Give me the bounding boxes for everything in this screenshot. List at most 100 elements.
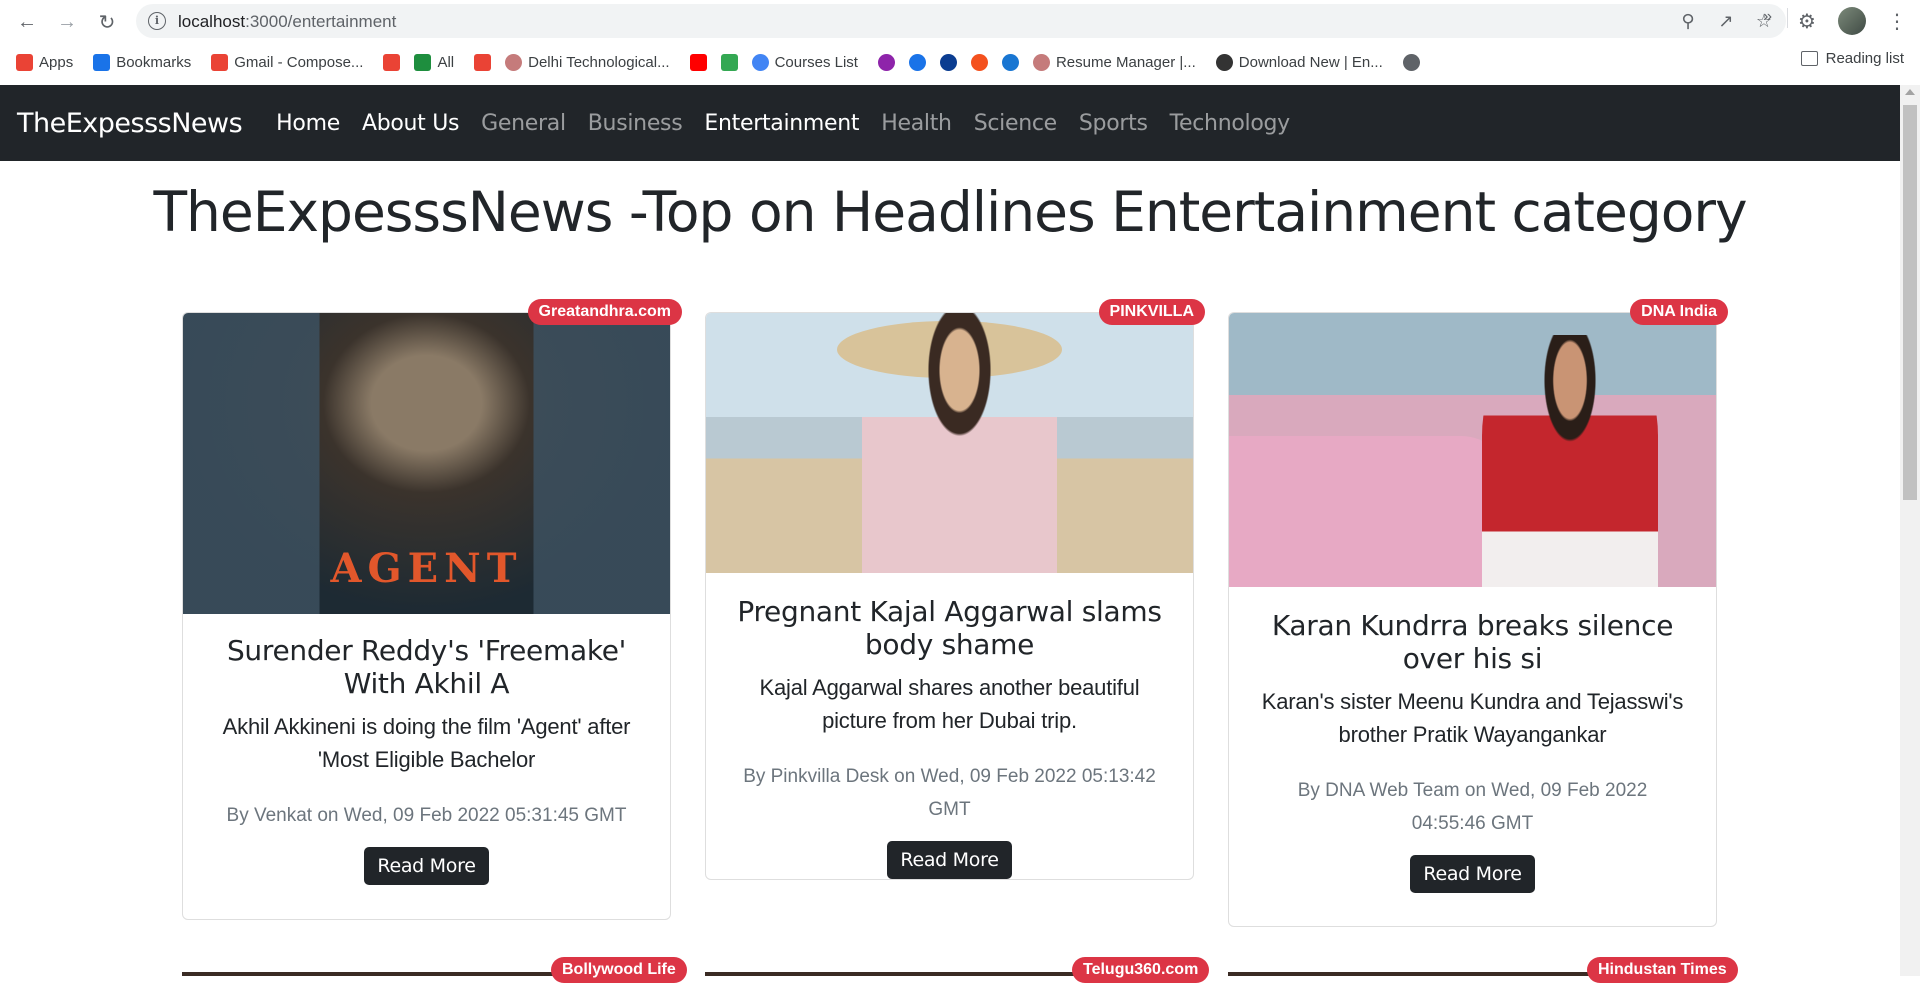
reload-icon[interactable]: ↻ — [92, 7, 122, 37]
circle-icon — [877, 53, 895, 71]
site-navbar: TheExpesssNews Home About Us General Busine… — [0, 85, 1900, 161]
url-host: localhost — [178, 12, 246, 31]
toolbar-right: ⚙ ⋮ — [1792, 6, 1912, 36]
address-bar[interactable]: i localhost:3000/entertainment ⚲ ↗ ☆ — [136, 4, 1786, 38]
source-badge: Telugu360.com — [1072, 957, 1210, 983]
bookmark-item[interactable]: Apps — [16, 53, 74, 71]
read-more-button[interactable]: Read More — [887, 841, 1012, 879]
news-image: AGENT — [183, 313, 670, 614]
news-image — [706, 313, 1193, 573]
read-more-button[interactable]: Read More — [1410, 855, 1535, 893]
site-icon — [1215, 53, 1233, 71]
bookmark-label: Bookmarks — [116, 53, 192, 71]
gmail-icon — [383, 53, 401, 71]
card-meta: By DNA Web Team on Wed, 09 Feb 2022 04:5… — [1297, 780, 1648, 834]
classroom-icon — [414, 53, 432, 71]
card-meta: By Venkat on Wed, 09 Feb 2022 05:31:45 G… — [226, 805, 627, 826]
url-text[interactable]: localhost:3000/entertainment — [178, 12, 396, 32]
nav-link-home[interactable]: Home — [276, 111, 340, 136]
bookmark-label: Delhi Technological... — [528, 53, 670, 71]
dtu-icon — [1032, 53, 1050, 71]
play-icon — [1001, 53, 1019, 71]
bookmark-item[interactable]: All — [414, 53, 454, 71]
card-body: Karan Kundrra breaks silence over his si… — [1229, 587, 1716, 893]
forward-icon[interactable]: → — [52, 7, 82, 37]
nav-link-technology[interactable]: Technology — [1170, 111, 1291, 136]
globe-icon — [1402, 53, 1420, 71]
site-icon — [939, 53, 957, 71]
omnibox-actions: ⚲ ↗ ☆ — [1676, 9, 1776, 33]
site-brand[interactable]: TheExpesssNews — [17, 108, 243, 139]
card-body: Surender Reddy's 'Freemake' With Akhil A… — [183, 614, 670, 885]
zoom-icon[interactable]: ⚲ — [1676, 9, 1700, 33]
bookmark-item[interactable]: Gmail - Compose... — [211, 53, 364, 71]
nav-links: Home About Us General Business Entertainment… — [276, 111, 1312, 136]
share-icon[interactable]: ↗ — [1714, 9, 1738, 33]
news-card: DNA India Karan Kundrra breaks silence o… — [1228, 299, 1728, 927]
bookmark-item[interactable] — [877, 53, 895, 71]
bookmark-item[interactable] — [939, 53, 957, 71]
browser-chrome: ← → ↻ i localhost:3000/entertainment ⚲ ↗… — [0, 0, 1920, 85]
extensions-icon[interactable]: ⚙ — [1792, 6, 1822, 36]
bookmark-item[interactable] — [383, 53, 401, 71]
bookmarks-more-icon[interactable]: » — [1763, 8, 1772, 26]
reading-list-icon — [1800, 51, 1818, 66]
news-card: Greatandhra.com AGENT Surender Reddy's '… — [182, 299, 682, 920]
nav-link-science[interactable]: Science — [974, 111, 1057, 136]
nav-link-business[interactable]: Business — [588, 111, 683, 136]
reading-list-button[interactable]: Reading list — [1800, 50, 1904, 67]
bookmarks-bar: Apps Bookmarks Gmail - Compose... All Delhi … — [0, 44, 1920, 80]
nav-link-general[interactable]: General — [481, 111, 566, 136]
bookmark-item[interactable] — [970, 53, 988, 71]
url-path: :3000/entertainment — [245, 12, 397, 31]
google-icon — [751, 53, 769, 71]
youtube-icon — [689, 53, 707, 71]
bookmark-item[interactable]: Delhi Technological... — [505, 53, 670, 71]
maps-icon — [720, 53, 738, 71]
source-badge: DNA India — [1630, 299, 1728, 325]
nav-link-entertainment[interactable]: Entertainment — [704, 111, 859, 136]
profile-avatar[interactable] — [1838, 7, 1866, 35]
bookmark-label: Gmail - Compose... — [234, 53, 364, 71]
bookmark-item[interactable]: Courses List — [751, 53, 858, 71]
image-decoration — [1229, 436, 1512, 587]
bookmark-item[interactable] — [720, 53, 738, 71]
card-body: Pregnant Kajal Aggarwal slams body shame… — [706, 573, 1193, 879]
card-title: Karan Kundrra breaks silence over his si — [1271, 609, 1674, 675]
bookmark-label: Courses List — [774, 53, 858, 71]
source-badge: PINKVILLA — [1098, 299, 1205, 325]
card-description: Akhil Akkineni is doing the film 'Agent'… — [222, 714, 631, 772]
bookmark-item[interactable]: Download New | En... — [1215, 53, 1383, 71]
page-scrollbar[interactable] — [1900, 85, 1920, 976]
nav-link-sports[interactable]: Sports — [1079, 111, 1148, 136]
bookmark-item[interactable] — [1402, 53, 1420, 71]
bookmark-item[interactable] — [474, 53, 492, 71]
browser-toolbar: ← → ↻ i localhost:3000/entertainment ⚲ ↗… — [0, 0, 1920, 43]
read-more-button[interactable]: Read More — [364, 847, 489, 885]
site-info-icon[interactable]: i — [148, 12, 166, 30]
bookmark-label: Download New | En... — [1238, 53, 1383, 71]
news-image — [1229, 313, 1716, 587]
scroll-up-icon[interactable] — [1905, 89, 1915, 95]
scroll-thumb[interactable] — [1903, 105, 1917, 500]
source-badge: Bollywood Life — [551, 957, 687, 983]
card-description: Kajal Aggarwal shares another beautiful … — [759, 675, 1140, 733]
source-badge: Hindustan Times — [1587, 957, 1738, 983]
gmail-icon — [211, 53, 229, 71]
circle-icon — [908, 53, 926, 71]
nav-link-health[interactable]: Health — [881, 111, 952, 136]
bookmark-item[interactable]: Bookmarks — [93, 53, 192, 71]
bookmark-item[interactable] — [908, 53, 926, 71]
bookmark-label: Apps — [39, 53, 74, 71]
back-icon[interactable]: ← — [12, 7, 42, 37]
nav-link-about-us[interactable]: About Us — [362, 111, 460, 136]
card-title: Pregnant Kajal Aggarwal slams body shame — [737, 595, 1162, 661]
bookmark-item[interactable]: Resume Manager |... — [1032, 53, 1196, 71]
card-meta: By Pinkvilla Desk on Wed, 09 Feb 2022 05… — [743, 766, 1156, 820]
reading-list-label: Reading list — [1825, 50, 1904, 67]
image-decoration — [1482, 334, 1658, 587]
page-title: TheExpesssNews -Top on Headlines Enterta… — [153, 180, 1747, 244]
bookmark-item[interactable] — [689, 53, 707, 71]
menu-kebab-icon[interactable]: ⋮ — [1882, 6, 1912, 36]
bookmark-item[interactable] — [1001, 53, 1019, 71]
